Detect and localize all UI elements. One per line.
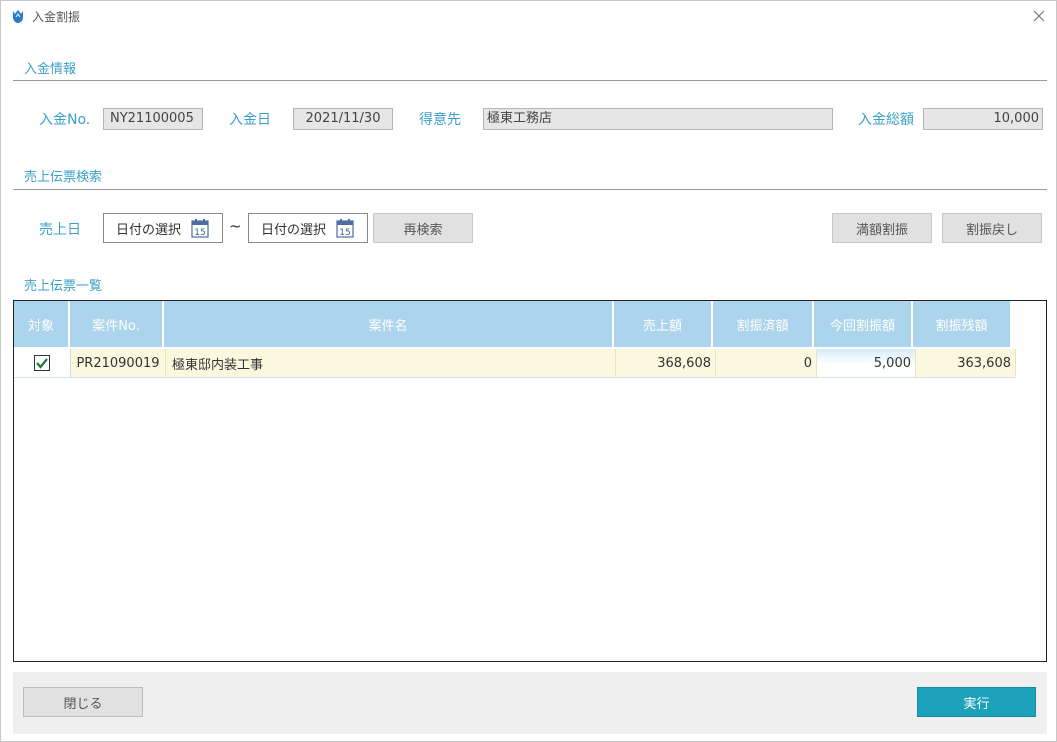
allocated-cell[interactable]: 0	[716, 349, 817, 378]
payment-date-field: 2021/11/30	[293, 108, 393, 130]
column-header[interactable]: 案件名	[164, 301, 614, 349]
payment-date-label: 入金日	[229, 112, 271, 128]
date-from-text: 日付の選択	[116, 222, 182, 238]
customer-label: 得意先	[419, 112, 461, 128]
column-header[interactable]: 対象	[14, 301, 70, 349]
case-name-cell[interactable]: 極東邸内装工事	[166, 349, 616, 378]
total-field: 10,000	[923, 108, 1043, 130]
payment-info-section-title: 入金情報	[24, 62, 77, 77]
close-icon[interactable]	[1028, 5, 1050, 27]
total-label: 入金総額	[858, 112, 914, 128]
research-button[interactable]: 再検索	[373, 213, 473, 243]
allocation-revert-button[interactable]: 割振戻し	[942, 213, 1042, 243]
svg-text:15: 15	[339, 228, 350, 238]
full-allocate-button[interactable]: 満額割振	[832, 213, 932, 243]
payment-no-label: 入金No.	[39, 112, 91, 128]
run-button[interactable]: 実行	[917, 687, 1036, 717]
calendar-icon[interactable]: 15	[191, 218, 209, 238]
search-section-title: 売上伝票検索	[24, 170, 103, 185]
calendar-icon[interactable]: 15	[336, 218, 354, 238]
column-header[interactable]: 割振残額	[913, 301, 1012, 349]
date-from-input[interactable]: 日付の選択 15	[103, 213, 223, 243]
sales-slip-grid: 対象 案件No. 案件名 売上額 割振済額 今回割振額 割振残額 PR21090…	[13, 300, 1047, 662]
customer-field: 極東工務店	[483, 108, 833, 130]
column-header[interactable]: 割振済額	[713, 301, 814, 349]
case-no-cell[interactable]: PR21090019	[71, 349, 166, 378]
check-icon	[36, 358, 48, 369]
close-button[interactable]: 閉じる	[23, 687, 143, 717]
target-cell	[14, 349, 71, 378]
payment-no-field: NY21100005	[103, 108, 203, 130]
table-row[interactable]: PR21090019 極東邸内装工事 368,608 0 5,000 363,6…	[14, 349, 1016, 378]
payment-info-divider	[13, 80, 1047, 81]
column-header[interactable]: 案件No.	[70, 301, 164, 349]
app-icon	[11, 8, 25, 24]
title-bar: 入金割振	[1, 1, 1056, 31]
list-section-title: 売上伝票一覧	[24, 279, 103, 294]
sales-amount-cell[interactable]: 368,608	[616, 349, 716, 378]
allocation-window: 入金割振 入金情報 入金No. NY21100005 入金日 2021/11/3…	[0, 0, 1057, 742]
range-separator: ~	[229, 217, 242, 235]
svg-text:15: 15	[194, 228, 205, 238]
row-checkbox[interactable]	[34, 355, 50, 371]
grid-header-row: 対象 案件No. 案件名 売上額 割振済額 今回割振額 割振残額	[14, 301, 1012, 349]
date-to-text: 日付の選択	[261, 222, 327, 238]
footer-bar: 閉じる 実行	[13, 672, 1047, 734]
remaining-cell[interactable]: 363,608	[916, 349, 1016, 378]
search-divider	[13, 189, 1047, 190]
column-header[interactable]: 今回割振額	[814, 301, 913, 349]
date-to-input[interactable]: 日付の選択 15	[248, 213, 368, 243]
window-title: 入金割振	[32, 10, 81, 24]
sales-date-label: 売上日	[39, 222, 81, 238]
column-header[interactable]: 売上額	[614, 301, 713, 349]
current-allocation-input[interactable]: 5,000	[817, 349, 916, 378]
